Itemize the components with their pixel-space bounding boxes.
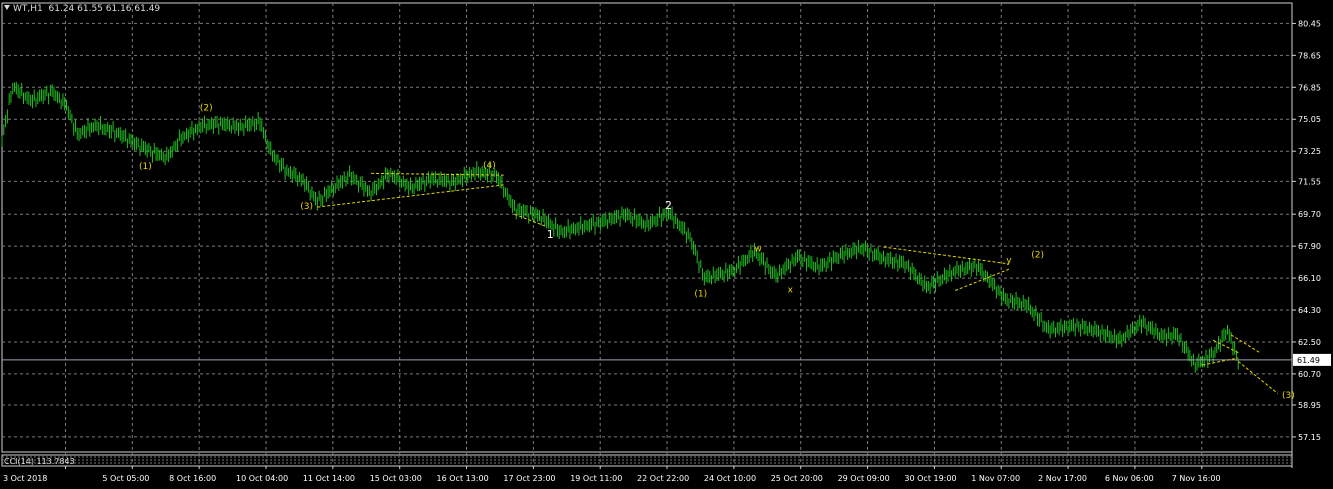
wave-label[interactable]: w — [754, 244, 761, 254]
price-tick-label: 73.25 — [1298, 147, 1321, 156]
time-tick-label: 29 Oct 09:00 — [838, 474, 890, 483]
time-tick-label: 30 Oct 19:00 — [904, 474, 956, 483]
wave-label[interactable]: x — [788, 285, 794, 295]
current-price-label: 61.49 — [1297, 356, 1320, 365]
time-tick-label: 22 Oct 22:00 — [637, 474, 689, 483]
wave-label[interactable]: (1) — [139, 162, 152, 172]
price-tick-label: 66.10 — [1298, 274, 1321, 283]
price-tick-label: 64.30 — [1298, 306, 1321, 315]
elliott-trendline[interactable] — [1230, 334, 1261, 354]
time-tick-label: 25 Oct 20:00 — [771, 474, 823, 483]
wave-label[interactable]: y — [1006, 256, 1012, 266]
time-tick-label: 10 Oct 04:00 — [236, 474, 288, 483]
price-chart[interactable]: 80.45 78.65 76.85 75.05 73.25 71.55 69.70 67.90… — [0, 0, 1333, 489]
price-tick-label: 76.85 — [1298, 83, 1321, 92]
wave-label[interactable]: (4) — [483, 161, 496, 171]
wave-label[interactable]: (2) — [200, 103, 213, 113]
time-tick-label: 7 Nov 16:00 — [1172, 474, 1221, 483]
price-tick-label: 62.50 — [1298, 338, 1321, 347]
time-tick-label: 6 Nov 06:00 — [1105, 474, 1154, 483]
time-tick-label: 2 Nov 17:00 — [1038, 474, 1087, 483]
price-tick-label: 67.90 — [1298, 242, 1321, 251]
elliott-trendline[interactable] — [883, 246, 1009, 265]
time-tick-label: 1 Nov 07:00 — [971, 474, 1020, 483]
time-tick-label: 3 Oct 2018 — [3, 474, 47, 483]
price-tick-label: 80.45 — [1298, 19, 1321, 28]
price-tick-label: 78.65 — [1298, 51, 1321, 60]
time-tick-label: 11 Oct 14:00 — [303, 474, 355, 483]
time-tick-label: 24 Oct 10:00 — [704, 474, 756, 483]
time-tick-label: 16 Oct 13:00 — [437, 474, 489, 483]
wave-label[interactable]: (1) — [694, 290, 707, 300]
time-tick-label: 17 Oct 23:00 — [503, 474, 555, 483]
time-tick-label: 19 Oct 11:00 — [570, 474, 622, 483]
time-tick-label: 5 Oct 05:00 — [102, 474, 149, 483]
wave-label[interactable]: 2 — [665, 199, 672, 212]
wave-label[interactable]: (3) — [300, 202, 313, 212]
indicator-label: CCI(14) 113.7843 — [4, 457, 75, 466]
price-tick-label: 75.05 — [1298, 115, 1321, 124]
price-tick-label: 60.70 — [1298, 370, 1321, 379]
wave-label[interactable]: (2) — [1031, 251, 1044, 261]
wave-label[interactable]: (3) — [1282, 391, 1295, 401]
price-tick-label: 57.15 — [1298, 433, 1321, 442]
elliott-trendline[interactable] — [1237, 361, 1278, 394]
time-tick-label: 8 Oct 16:00 — [169, 474, 216, 483]
time-tick-label: 15 Oct 03:00 — [370, 474, 422, 483]
elliott-trendline[interactable] — [514, 213, 547, 228]
price-tick-label: 69.70 — [1298, 210, 1321, 219]
price-tick-label: 71.55 — [1298, 177, 1321, 186]
price-tick-label: 58.95 — [1298, 401, 1321, 410]
wave-label[interactable]: 1 — [547, 228, 554, 241]
